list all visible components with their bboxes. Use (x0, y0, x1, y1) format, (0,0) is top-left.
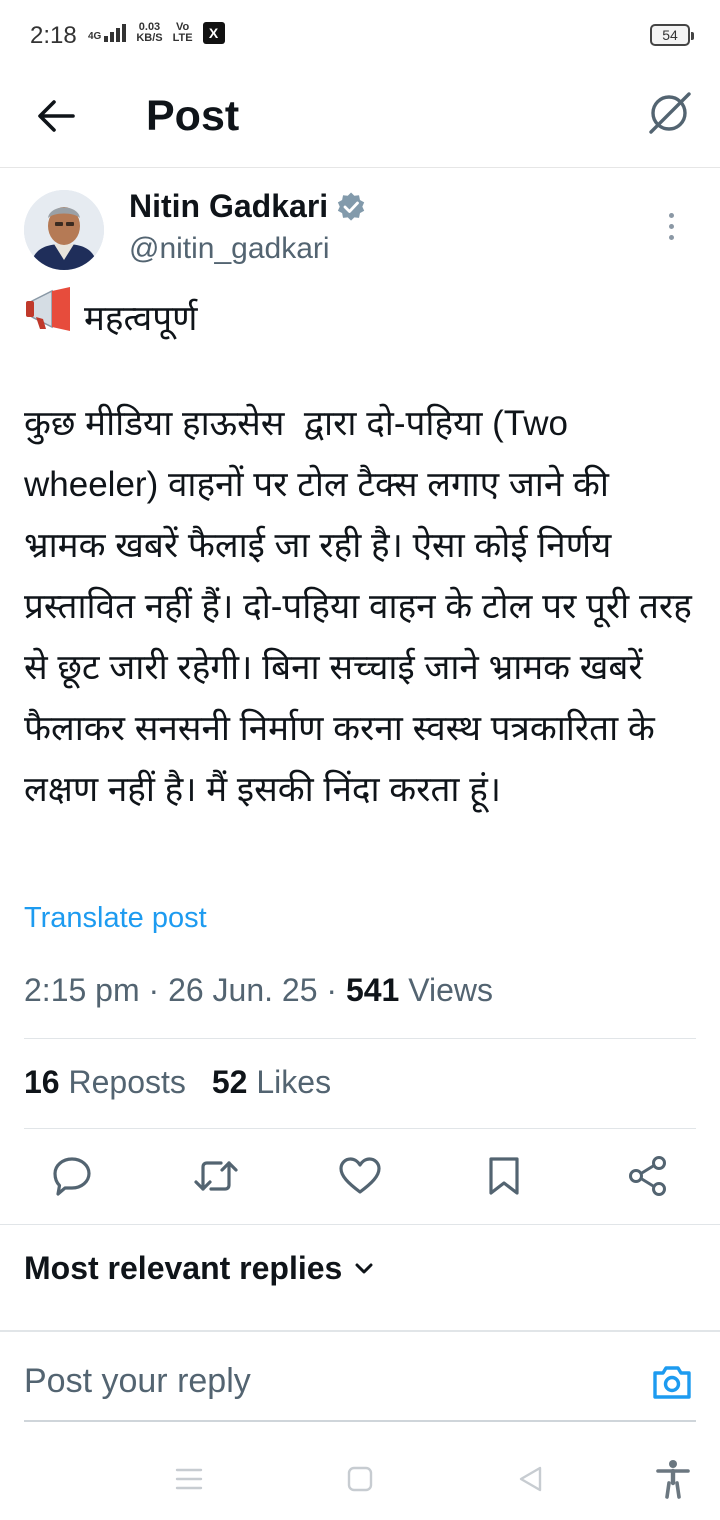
translate-post-link[interactable]: Translate post (24, 902, 207, 935)
reply-input-underline (24, 1420, 696, 1422)
signal-bars-icon (104, 24, 127, 42)
likes-stat[interactable]: 52 Likes (212, 1064, 331, 1101)
menu-nav-button[interactable] (164, 1454, 214, 1504)
verified-badge-icon (338, 191, 365, 221)
page-title: Post (146, 92, 240, 140)
grok-icon (649, 92, 691, 134)
like-button[interactable] (328, 1148, 392, 1204)
avatar[interactable] (24, 190, 104, 270)
likes-label: Likes (256, 1064, 332, 1100)
post-stats: 16 Reposts 52 Likes (24, 1064, 331, 1101)
reposts-label: Reposts (68, 1064, 186, 1100)
accessibility-nav-button[interactable] (648, 1454, 698, 1504)
views-count[interactable]: 541 (346, 972, 399, 1008)
reply-composer (0, 1330, 720, 1422)
megaphone-icon (24, 286, 72, 350)
more-dot-icon (668, 234, 674, 240)
chevron-down-icon (355, 1263, 373, 1273)
replies-sort-label: Most relevant replies (24, 1250, 343, 1286)
share-icon (629, 1156, 666, 1196)
avatar-image (24, 190, 104, 270)
reposts-stat[interactable]: 16 Reposts (24, 1064, 186, 1101)
views-label[interactable]: Views (408, 972, 493, 1008)
network-speed-unit: KB/S (136, 32, 163, 44)
author-handle[interactable]: @nitin_gadkari (129, 232, 330, 266)
post-author: Nitin Gadkari @nitin_gadkari (24, 188, 696, 278)
status-time: 2:18 (30, 22, 77, 49)
grok-button[interactable] (642, 86, 696, 140)
post-text: कुछ मीडिया हाऊसेस द्वारा दो-पहिया (Two w… (24, 404, 702, 809)
share-button[interactable] (616, 1148, 680, 1204)
reply-button[interactable] (40, 1148, 104, 1204)
network-speed: 0.03 KB/S (136, 22, 162, 44)
divider (24, 1128, 696, 1129)
repost-icon (194, 1161, 238, 1191)
bookmark-button[interactable] (472, 1148, 536, 1204)
more-options-button[interactable] (656, 206, 686, 246)
home-square-icon (347, 1466, 373, 1492)
post-time[interactable]: 2:15 pm (24, 972, 140, 1008)
replies-sort-dropdown[interactable]: Most relevant replies (24, 1250, 374, 1287)
repost-button[interactable] (184, 1148, 248, 1204)
status-bar: 2:18 4G 0.03 KB/S Vo LTE X 54 (0, 0, 720, 72)
reposts-count: 16 (24, 1064, 60, 1100)
status-icons: 4G 0.03 KB/S Vo LTE X (88, 22, 225, 44)
camera-icon (653, 1366, 691, 1399)
network-type: 4G (88, 31, 102, 42)
back-triangle-icon (519, 1466, 542, 1492)
back-button[interactable] (30, 90, 82, 142)
like-icon (339, 1157, 381, 1194)
meta-separator: · (139, 972, 169, 1008)
post-header: Post (0, 72, 720, 168)
post-heading: महत्वपूर्ण (24, 286, 696, 346)
accessibility-icon (656, 1460, 690, 1499)
battery-icon: 54 (650, 24, 694, 46)
post-body: महत्वपूर्ण कुछ मीडिया हाऊसेस द्वारा दो-प… (24, 286, 702, 820)
system-nav-bar (0, 1440, 720, 1520)
divider (24, 1038, 696, 1039)
author-name-row[interactable]: Nitin Gadkari (129, 188, 366, 225)
camera-button[interactable] (650, 1362, 694, 1402)
meta-separator: · (317, 972, 346, 1008)
bookmark-icon (489, 1157, 519, 1195)
more-dot-icon (668, 223, 674, 229)
volte-bottom: LTE (172, 32, 193, 44)
post-meta: 2:15 pm · 26 Jun. 25 · 541 Views (24, 972, 493, 1009)
menu-icon (175, 1468, 203, 1490)
reply-input[interactable] (24, 1362, 624, 1401)
likes-count: 52 (211, 1064, 248, 1100)
post-date[interactable]: 26 Jun. 25 (168, 972, 317, 1008)
home-nav-button[interactable] (335, 1454, 385, 1504)
author-name[interactable]: Nitin Gadkari (129, 188, 328, 225)
reply-icon (53, 1157, 91, 1196)
post-actions (40, 1148, 680, 1204)
divider (0, 1224, 720, 1225)
x-notification-icon: X (202, 22, 225, 44)
more-dot-icon (668, 212, 674, 218)
arrow-left-icon (38, 100, 75, 132)
back-nav-button[interactable] (506, 1454, 556, 1504)
signal-indicator: 4G (88, 24, 127, 42)
volte-indicator: Vo LTE (173, 22, 193, 44)
post-heading-text: महत्वपूर्ण (84, 298, 198, 338)
